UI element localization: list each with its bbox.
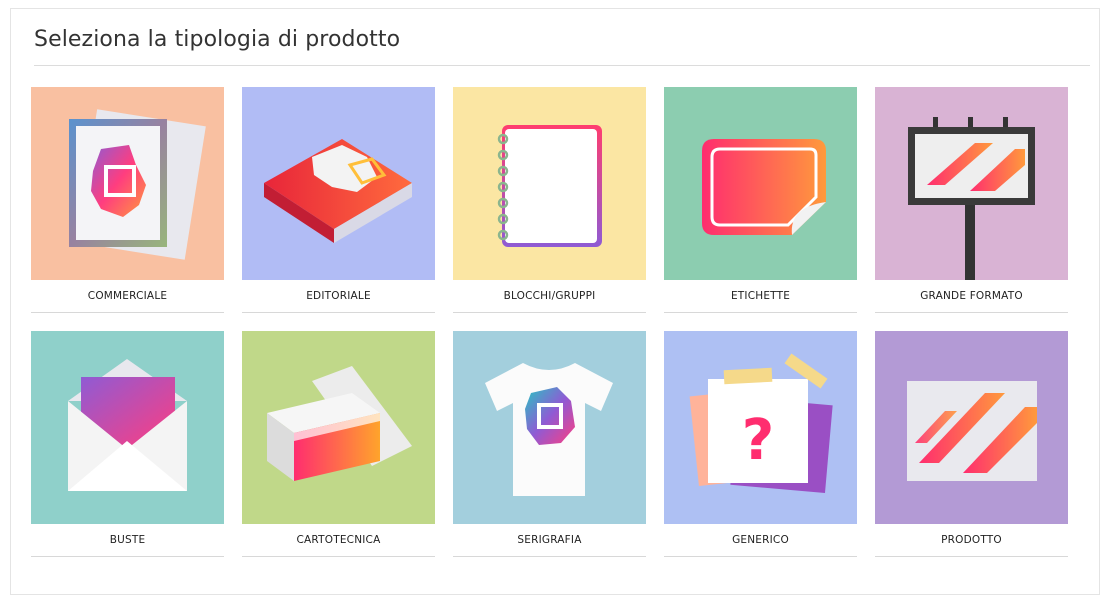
tile-etichette[interactable] bbox=[664, 87, 857, 280]
book-icon bbox=[264, 139, 412, 243]
product-label: COMMERCIALE bbox=[87, 290, 168, 302]
label-divider bbox=[875, 556, 1068, 557]
product-card-cartotecnica[interactable]: CARTOTECNICA bbox=[242, 331, 435, 557]
page-title: Seleziona la tipologia di prodotto bbox=[34, 27, 401, 52]
product-label: CARTOTECNICA bbox=[296, 534, 381, 546]
product-grid: COMMERCIALE EDITORIALE BLOCCHI/GRUPPI ET… bbox=[31, 87, 1068, 557]
tile-serigrafia[interactable] bbox=[453, 331, 646, 524]
label-divider bbox=[875, 312, 1068, 313]
product-card-serigrafia[interactable]: SERIGRAFIA bbox=[453, 331, 646, 557]
product-card-blocchi-gruppi[interactable]: BLOCCHI/GRUPPI bbox=[453, 87, 646, 313]
product-card-grande-formato[interactable]: GRANDE FORMATO bbox=[875, 87, 1068, 313]
product-label: PRODOTTO bbox=[941, 534, 1002, 546]
product-label: SERIGRAFIA bbox=[517, 534, 582, 546]
tile-generico[interactable]: ? bbox=[664, 331, 857, 524]
notepad-icon bbox=[497, 125, 602, 247]
label-divider bbox=[242, 556, 435, 557]
tile-commerciale[interactable] bbox=[31, 87, 224, 280]
product-card-prodotto[interactable]: PRODOTTO bbox=[875, 331, 1068, 557]
product-label: GRANDE FORMATO bbox=[920, 290, 1023, 302]
product-label: ETICHETTE bbox=[730, 290, 791, 302]
envelope-icon bbox=[68, 359, 187, 491]
label-divider bbox=[31, 312, 224, 313]
commercial-print-icon bbox=[69, 109, 206, 260]
product-label: BUSTE bbox=[109, 534, 146, 546]
label-divider bbox=[453, 556, 646, 557]
tile-cartotecnica[interactable] bbox=[242, 331, 435, 524]
question-note-icon: ? bbox=[689, 353, 833, 494]
label-divider bbox=[31, 556, 224, 557]
title-divider bbox=[34, 65, 1090, 66]
tile-grande-formato[interactable] bbox=[875, 87, 1068, 280]
tile-prodotto[interactable] bbox=[875, 331, 1068, 524]
product-card-commerciale[interactable]: COMMERCIALE bbox=[31, 87, 224, 313]
sticker-label-icon bbox=[702, 139, 826, 235]
billboard-icon bbox=[908, 117, 1035, 280]
product-label: GENERICO bbox=[732, 534, 789, 546]
tile-blocchi-gruppi[interactable] bbox=[453, 87, 646, 280]
label-divider bbox=[664, 556, 857, 557]
label-divider bbox=[453, 312, 646, 313]
tile-buste[interactable] bbox=[31, 331, 224, 524]
box-icon bbox=[267, 366, 412, 481]
tshirt-icon bbox=[485, 363, 613, 496]
product-card-etichette[interactable]: ETICHETTE bbox=[664, 87, 857, 313]
product-label: BLOCCHI/GRUPPI bbox=[503, 290, 596, 302]
label-divider bbox=[242, 312, 435, 313]
svg-text:?: ? bbox=[742, 408, 774, 473]
product-card-buste[interactable]: BUSTE bbox=[31, 331, 224, 557]
product-label: EDITORIALE bbox=[306, 290, 371, 302]
product-card-editoriale[interactable]: EDITORIALE bbox=[242, 87, 435, 313]
product-panel-icon bbox=[907, 381, 1037, 481]
label-divider bbox=[664, 312, 857, 313]
product-card-generico[interactable]: ? GENERICO bbox=[664, 331, 857, 557]
tile-editoriale[interactable] bbox=[242, 87, 435, 280]
